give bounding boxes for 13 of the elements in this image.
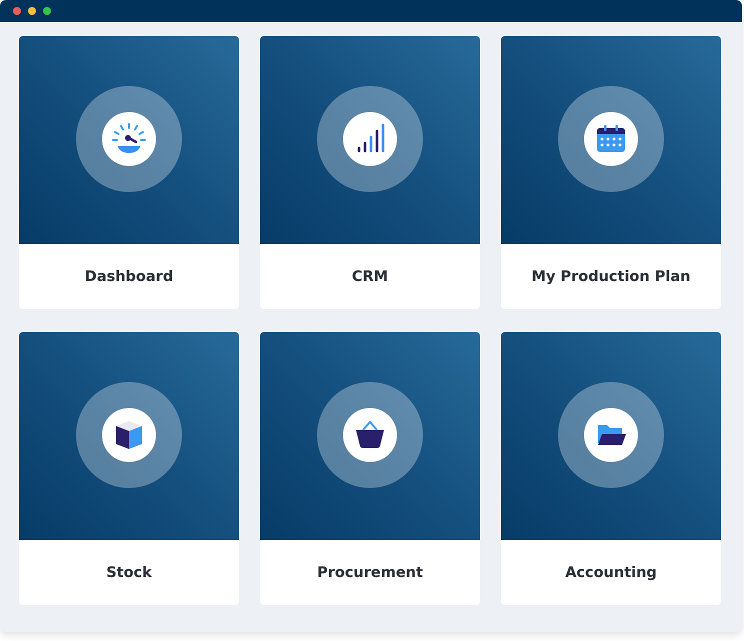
app-tile[interactable]: Stock xyxy=(19,332,239,605)
app-tile[interactable]: Procurement xyxy=(260,332,480,605)
app-tile[interactable]: Accounting xyxy=(501,332,721,605)
tile-label: Accounting xyxy=(564,564,658,582)
app-tile[interactable]: Dashboard xyxy=(19,36,239,309)
app-tile[interactable]: CRM xyxy=(260,36,480,309)
tile-label: Stock xyxy=(105,564,153,582)
app-tile[interactable]: My Production Plan xyxy=(501,36,721,309)
tile-label: CRM xyxy=(350,268,390,286)
window-controls-icon[interactable] xyxy=(12,6,52,16)
tile-label: Procurement xyxy=(316,564,424,582)
tile-label: My Production Plan xyxy=(530,268,692,286)
tile-label: Dashboard xyxy=(84,268,174,286)
